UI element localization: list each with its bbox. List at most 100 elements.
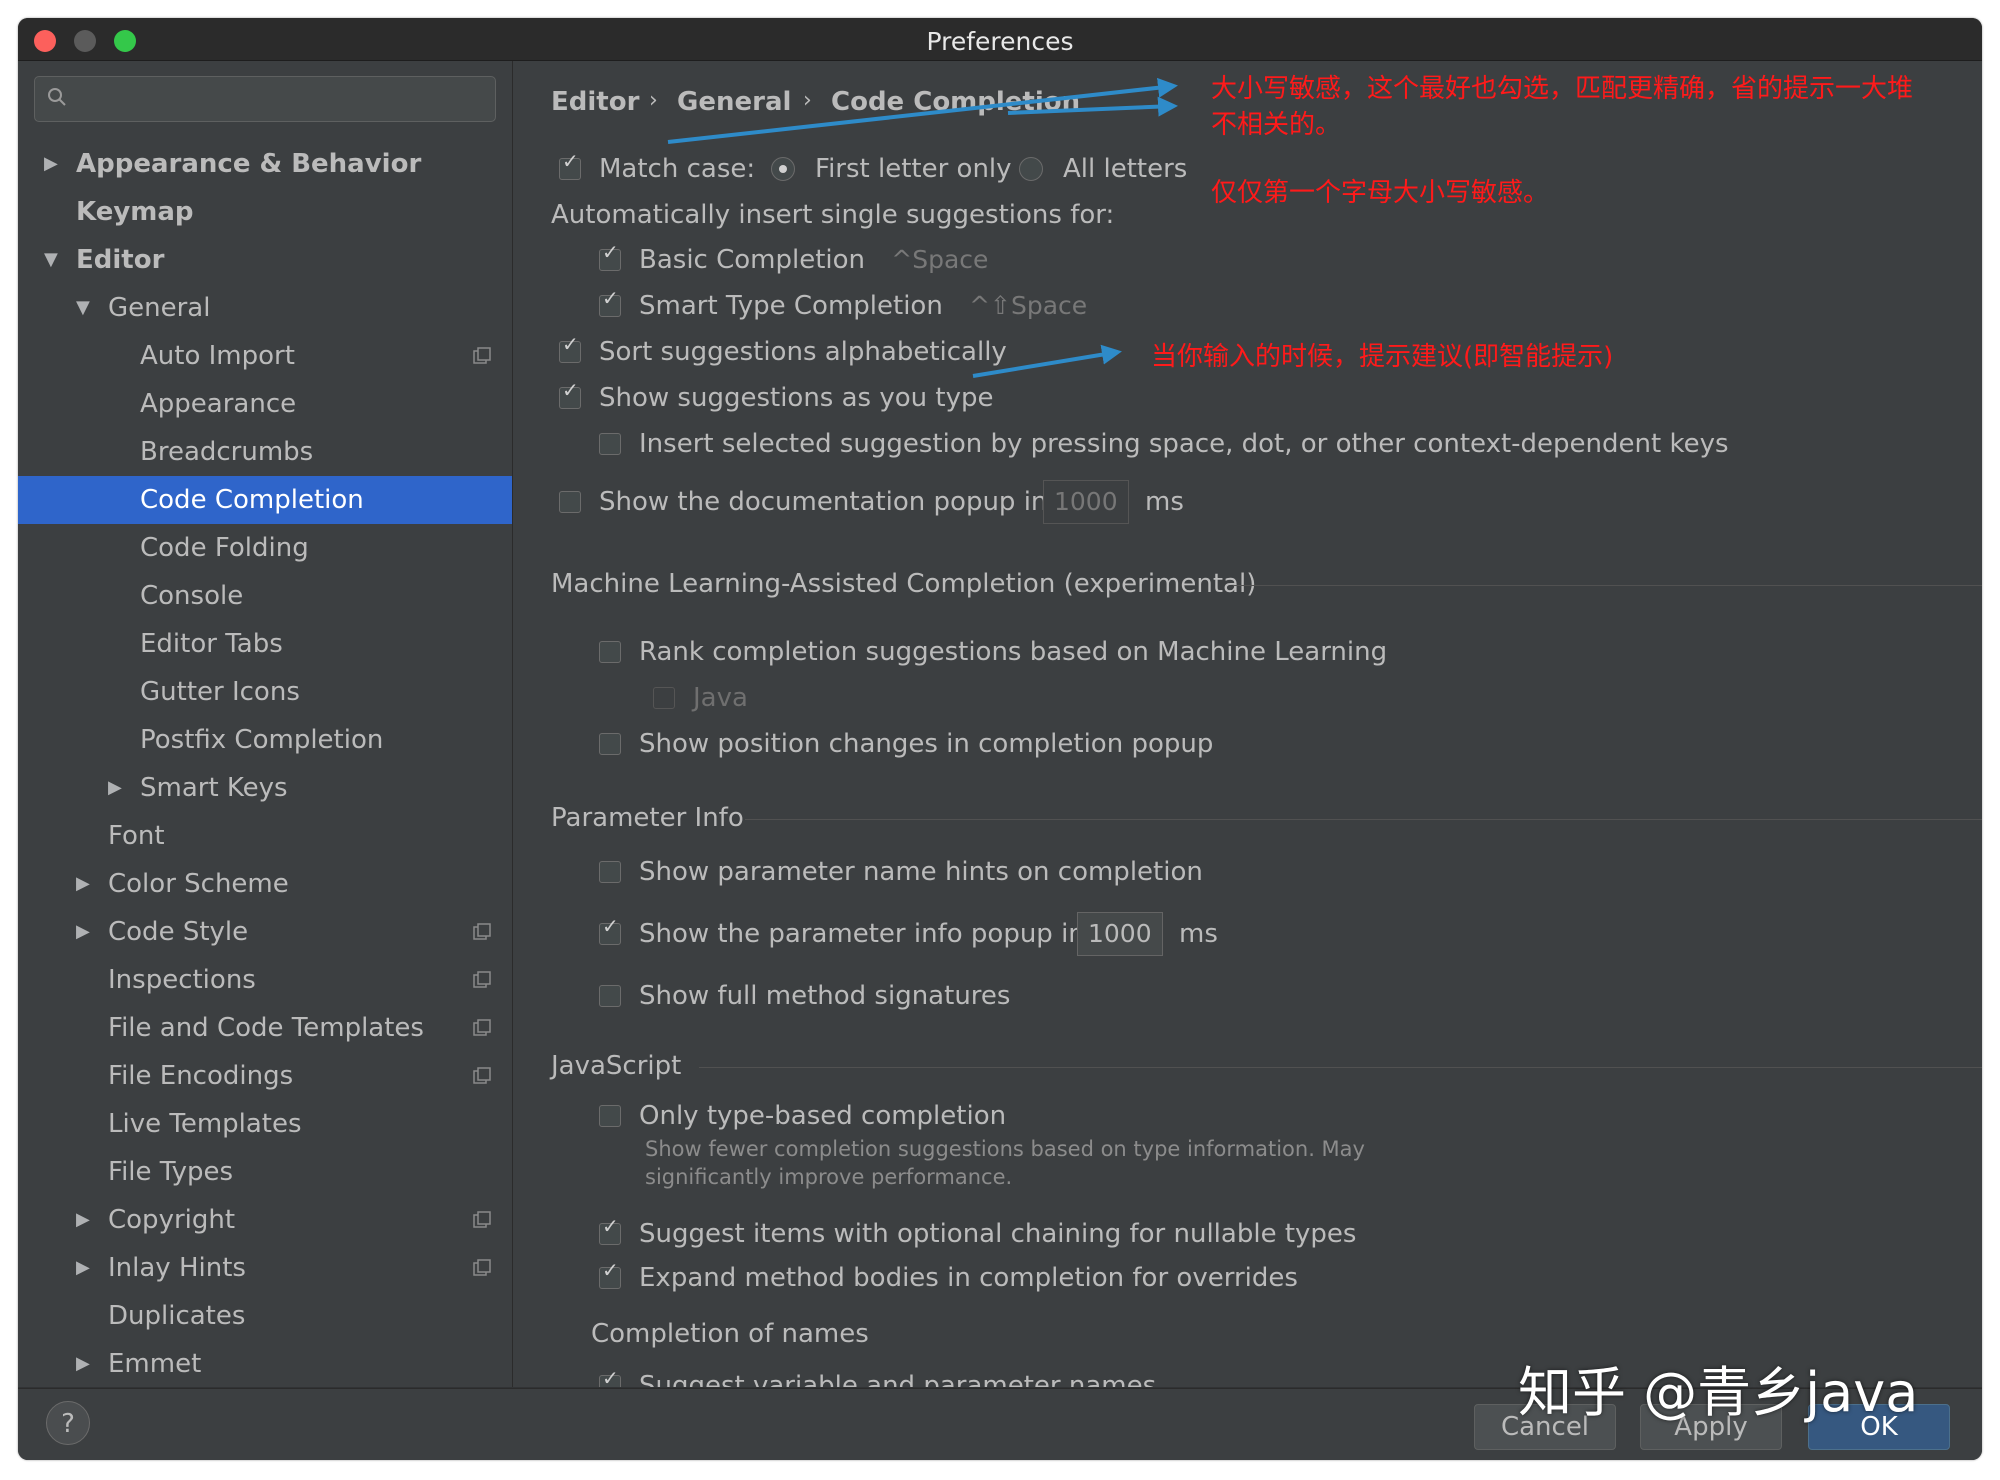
sidebar-item-inspections[interactable]: Inspections — [18, 956, 512, 1004]
sidebar-item-editor[interactable]: ▼ Editor — [18, 236, 512, 284]
breadcrumb-code-completion: Code Completion — [831, 87, 1081, 117]
collapse-arrow-icon[interactable]: ▼ — [76, 284, 96, 332]
expand-arrow-icon[interactable]: ▶ — [76, 860, 96, 908]
breadcrumb-separator: › — [649, 88, 658, 113]
match-case-label: Match case: — [599, 154, 756, 184]
auto-insert-heading: Automatically insert single suggestions … — [551, 200, 1115, 230]
smart-type-completion-shortcut: ^⇧Space — [969, 291, 1088, 320]
first-letter-label: First letter only — [815, 154, 1012, 184]
param-name-hints-checkbox[interactable] — [599, 861, 621, 883]
sidebar-item-label: Copyright — [108, 1205, 236, 1235]
sidebar-item-emmet[interactable]: ▶ Emmet — [18, 1340, 512, 1387]
doc-popup-checkbox[interactable] — [559, 491, 581, 513]
expand-arrow-icon[interactable]: ▶ — [76, 1340, 96, 1387]
title-bar: Preferences — [18, 18, 1982, 61]
breadcrumb-editor[interactable]: Editor — [551, 87, 639, 117]
collapse-arrow-icon[interactable]: ▼ — [44, 236, 64, 284]
sidebar-item-file-code-templates[interactable]: File and Code Templates — [18, 1004, 512, 1052]
all-letters-label: All letters — [1063, 154, 1188, 184]
expand-arrow-icon[interactable]: ▶ — [44, 140, 64, 188]
sidebar-item-file-types[interactable]: File Types — [18, 1148, 512, 1196]
sidebar-item-label: Duplicates — [108, 1301, 246, 1331]
sidebar-item-console[interactable]: Console — [18, 572, 512, 620]
sidebar-item-code-style[interactable]: ▶ Code Style — [18, 908, 512, 956]
sidebar-item-label: Emmet — [108, 1349, 202, 1379]
insert-selected-suggestion-checkbox[interactable] — [599, 433, 621, 455]
suggest-variable-names-checkbox[interactable] — [599, 1366, 621, 1387]
sidebar-item-appearance-behavior[interactable]: ▶ Appearance & Behavior — [18, 140, 512, 188]
sidebar-item-general[interactable]: ▼ General — [18, 284, 512, 332]
sidebar-item-code-completion[interactable]: Code Completion — [18, 476, 512, 524]
doc-popup-unit: ms — [1145, 487, 1184, 517]
type-based-completion-checkbox[interactable] — [599, 1105, 621, 1127]
ml-section-title: Machine Learning-Assisted Completion (ex… — [551, 569, 1257, 599]
sort-alphabetically-checkbox[interactable] — [559, 332, 581, 363]
basic-completion-label: Basic Completion ^Space — [639, 240, 988, 280]
sidebar-item-live-templates[interactable]: Live Templates — [18, 1100, 512, 1148]
project-scope-icon — [473, 1259, 491, 1276]
section-divider — [1233, 585, 1982, 586]
sidebar-item-label: Font — [108, 821, 165, 851]
sidebar-item-label: Inspections — [108, 965, 256, 995]
sidebar-item-label: Code Completion — [140, 485, 364, 515]
sidebar-item-gutter-icons[interactable]: Gutter Icons — [18, 668, 512, 716]
optional-chaining-checkbox[interactable] — [599, 1214, 621, 1245]
watermark: 知乎 @青乡java — [1518, 1361, 1919, 1424]
sidebar-item-smart-keys[interactable]: ▶ Smart Keys — [18, 764, 512, 812]
doc-popup-delay-input[interactable]: 1000 — [1043, 480, 1129, 524]
param-info-delay-input[interactable]: 1000 — [1077, 912, 1163, 956]
sidebar-item-label: Editor — [76, 245, 165, 275]
project-scope-icon — [473, 1067, 491, 1084]
type-based-hint-line-1: Show fewer completion suggestions based … — [645, 1137, 1365, 1161]
type-based-hint-line-2: significantly improve performance. — [645, 1165, 1013, 1189]
annotation-match-case-line-2: 不相关的。 — [1211, 110, 1342, 140]
first-letter-radio[interactable] — [771, 157, 795, 181]
breadcrumb-separator: › — [803, 88, 812, 113]
param-info-section-title: Parameter Info — [551, 803, 744, 833]
expand-arrow-icon[interactable]: ▶ — [76, 1244, 96, 1292]
sort-alphabetically-label: Sort suggestions alphabetically — [599, 337, 1007, 367]
sidebar-item-code-folding[interactable]: Code Folding — [18, 524, 512, 572]
sidebar-item-inlay-hints[interactable]: ▶ Inlay Hints — [18, 1244, 512, 1292]
sidebar-item-breadcrumbs[interactable]: Breadcrumbs — [18, 428, 512, 476]
smart-type-completion-text: Smart Type Completion — [639, 291, 943, 321]
full-signatures-checkbox[interactable] — [599, 985, 621, 1007]
match-case-checkbox[interactable] — [559, 149, 581, 180]
ml-rank-checkbox[interactable] — [599, 641, 621, 663]
sidebar-item-keymap[interactable]: Keymap — [18, 188, 512, 236]
section-divider — [699, 1067, 1982, 1068]
settings-search-input[interactable] — [34, 76, 496, 122]
show-as-you-type-label: Show suggestions as you type — [599, 383, 994, 413]
param-info-popup-label: Show the parameter info popup in — [639, 919, 1085, 949]
sidebar-item-label: Appearance & Behavior — [76, 149, 422, 179]
expand-method-bodies-checkbox[interactable] — [599, 1258, 621, 1289]
sidebar-item-editor-tabs[interactable]: Editor Tabs — [18, 620, 512, 668]
type-based-completion-label: Only type-based completion — [639, 1101, 1007, 1131]
all-letters-radio[interactable] — [1019, 157, 1043, 181]
sidebar-item-copyright[interactable]: ▶ Copyright — [18, 1196, 512, 1244]
position-changes-checkbox[interactable] — [599, 733, 621, 755]
sidebar-item-postfix-completion[interactable]: Postfix Completion — [18, 716, 512, 764]
expand-arrow-icon[interactable]: ▶ — [76, 1196, 96, 1244]
sidebar-item-label: Inlay Hints — [108, 1253, 246, 1283]
sidebar-item-file-encodings[interactable]: File Encodings — [18, 1052, 512, 1100]
sidebar-item-color-scheme[interactable]: ▶ Color Scheme — [18, 860, 512, 908]
annotation-as-you-type: 当你输入的时候，提示建议(即智能提示) — [1151, 342, 1614, 372]
sidebar-item-appearance[interactable]: Appearance — [18, 380, 512, 428]
project-scope-icon — [473, 923, 491, 940]
sidebar-item-label: File and Code Templates — [108, 1013, 424, 1043]
basic-completion-checkbox[interactable] — [599, 240, 621, 271]
ml-java-checkbox[interactable] — [653, 687, 675, 709]
param-info-popup-checkbox[interactable] — [599, 914, 621, 945]
sidebar-item-auto-import[interactable]: Auto Import — [18, 332, 512, 380]
sidebar-item-duplicates[interactable]: Duplicates — [18, 1292, 512, 1340]
breadcrumb-general[interactable]: General — [677, 87, 791, 117]
help-button[interactable]: ? — [46, 1401, 90, 1445]
smart-type-completion-checkbox[interactable] — [599, 286, 621, 317]
sidebar-item-label: Gutter Icons — [140, 677, 300, 707]
expand-arrow-icon[interactable]: ▶ — [108, 764, 128, 812]
optional-chaining-label: Suggest items with optional chaining for… — [639, 1219, 1357, 1249]
show-as-you-type-checkbox[interactable] — [559, 378, 581, 409]
sidebar-item-font[interactable]: Font — [18, 812, 512, 860]
expand-arrow-icon[interactable]: ▶ — [76, 908, 96, 956]
